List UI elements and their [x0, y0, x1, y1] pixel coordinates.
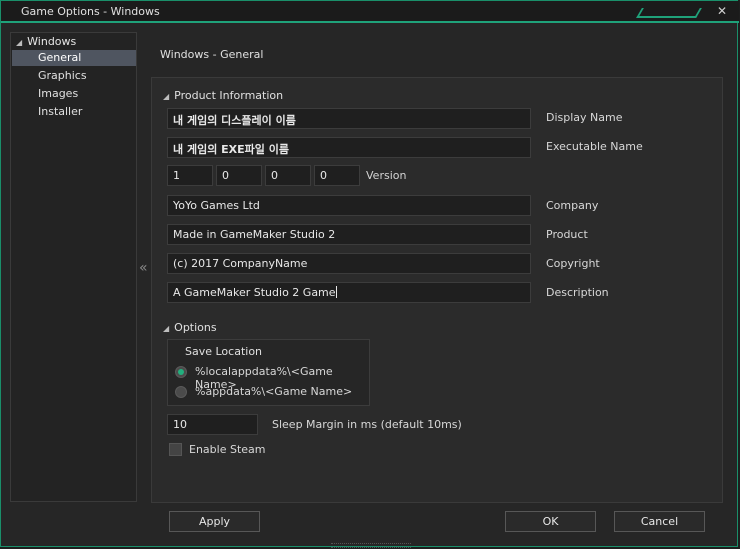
version-build-field[interactable]: 0 — [314, 165, 360, 186]
product-label: Product — [546, 228, 588, 241]
tree-root-windows[interactable]: ◢ Windows — [16, 35, 76, 48]
description-label: Description — [546, 286, 609, 299]
collapse-sidebar-icon[interactable]: « — [139, 260, 148, 276]
settings-tree: ◢ Windows General Graphics Images Install… — [10, 32, 137, 502]
display-name-label: Display Name — [546, 111, 623, 124]
expanded-triangle-icon: ◢ — [163, 92, 170, 101]
window-title: Game Options - Windows — [21, 5, 160, 18]
save-location-title: Save Location — [185, 345, 263, 358]
copyright-label: Copyright — [546, 257, 600, 270]
display-name-field[interactable]: 내 게임의 디스플레이 이름 — [167, 108, 531, 129]
copyright-field[interactable]: (c) 2017 CompanyName — [167, 253, 531, 274]
expanded-triangle-icon: ◢ — [163, 324, 170, 333]
game-options-window: Game Options - Windows ✕ ◢ Windows Genera… — [0, 0, 739, 548]
appdata-radio[interactable] — [175, 386, 187, 398]
executable-name-label: Executable Name — [546, 140, 643, 153]
ok-button[interactable]: OK — [505, 511, 596, 532]
apply-button[interactable]: Apply — [169, 511, 260, 532]
version-major-field[interactable]: 1 — [167, 165, 213, 186]
titlebar-decoration — [636, 8, 702, 18]
enable-steam-label[interactable]: Enable Steam — [189, 443, 265, 456]
options-header[interactable]: ◢ Options — [163, 321, 217, 334]
appdata-radio-label[interactable]: %appdata%\<Game Name> — [195, 385, 352, 398]
page-heading: Windows - General — [160, 48, 264, 61]
tree-item-graphics[interactable]: Graphics — [12, 68, 136, 84]
text-cursor — [335, 286, 337, 298]
save-location-group: Save Location %localappdata%\<Game Name>… — [167, 339, 370, 406]
sleep-margin-label: Sleep Margin in ms (default 10ms) — [272, 418, 462, 431]
tree-item-installer[interactable]: Installer — [12, 104, 136, 120]
version-release-field[interactable]: 0 — [265, 165, 311, 186]
description-field[interactable]: A GameMaker Studio 2 Game — [167, 282, 531, 303]
version-minor-field[interactable]: 0 — [216, 165, 262, 186]
tree-item-general[interactable]: General — [12, 50, 136, 66]
product-field[interactable]: Made in GameMaker Studio 2 — [167, 224, 531, 245]
localappdata-radio[interactable] — [175, 366, 187, 378]
title-bar[interactable]: Game Options - Windows ✕ — [1, 1, 739, 23]
cancel-button[interactable]: Cancel — [614, 511, 705, 532]
tree-item-images[interactable]: Images — [12, 86, 136, 102]
company-field[interactable]: YoYo Games Ltd — [167, 195, 531, 216]
expanded-triangle-icon[interactable]: ◢ — [16, 38, 22, 47]
enable-steam-checkbox[interactable] — [169, 443, 182, 456]
product-information-header[interactable]: ◢ Product Information — [163, 89, 283, 102]
sleep-margin-field[interactable]: 10 — [167, 414, 258, 435]
company-label: Company — [546, 199, 599, 212]
close-icon[interactable]: ✕ — [717, 4, 727, 18]
description-value: A GameMaker Studio 2 Game — [173, 286, 336, 299]
executable-name-field[interactable]: 내 게임의 EXE파일 이름 — [167, 137, 531, 158]
resize-grip[interactable] — [331, 543, 411, 548]
version-label: Version — [366, 169, 407, 182]
